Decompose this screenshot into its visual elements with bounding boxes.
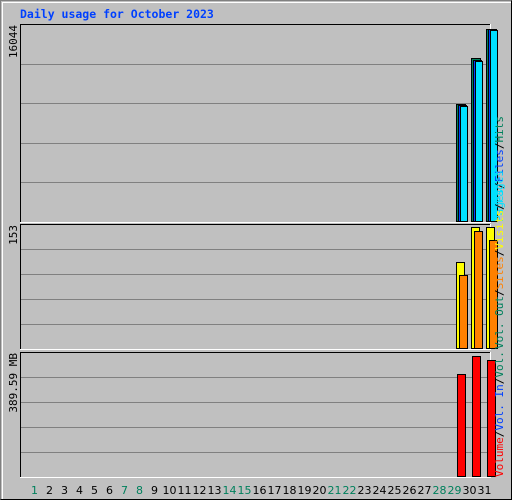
- day-label-8: 8: [136, 484, 143, 497]
- day-label-12: 12: [193, 484, 207, 497]
- day-label-9: 9: [151, 484, 158, 497]
- day-label-28: 28: [433, 484, 447, 497]
- x-axis-day-labels: 1 2 3 4 5 6 7 8 9 10 11 12 13 14 15 16 17 18 19 20 21 22 23 24 2…: [31, 484, 492, 497]
- legend-item-visits: Visits: [493, 210, 506, 250]
- legend-item-vol: Vol.: [493, 351, 506, 378]
- day-label-25: 25: [388, 484, 402, 497]
- panel-background: [20, 224, 490, 349]
- panel-hits-files-pages: 16044Pages/Files/Hits: [7, 24, 506, 223]
- day-label-24: 24: [373, 484, 387, 497]
- day-label-21: 21: [328, 484, 342, 497]
- day-label-18: 18: [283, 484, 297, 497]
- day-label-20: 20: [313, 484, 327, 497]
- day-label-27: 27: [418, 484, 432, 497]
- bar-sites-day-29: [459, 275, 468, 349]
- panel-background: [20, 24, 490, 222]
- legend-separator: /: [493, 431, 506, 438]
- usage-chart: 16044Pages/Files/Hits153Vol. Out/Sites/V…: [7, 24, 506, 497]
- legend-item-sites: Sites: [493, 256, 506, 289]
- day-label-13: 13: [208, 484, 222, 497]
- day-label-23: 23: [358, 484, 372, 497]
- legend-separator: /: [493, 203, 506, 210]
- day-label-4: 4: [76, 484, 83, 497]
- legend-separator: /: [493, 289, 506, 296]
- legend-item-volume: Volume: [493, 437, 506, 477]
- legend-item-vol-in: Vol. In: [493, 384, 506, 430]
- day-label-10: 10: [163, 484, 177, 497]
- panel-volume: 389.59 MBVolume/Vol. In/Vol.: [7, 351, 506, 478]
- day-label-5: 5: [91, 484, 98, 497]
- bar-volume-day-30: [472, 356, 481, 477]
- bar-sites-day-30: [474, 231, 483, 349]
- legend-volume: Volume/Vol. In/Vol.: [493, 351, 506, 477]
- y-max-label: 389.59 MB: [7, 353, 20, 413]
- day-label-11: 11: [178, 484, 192, 497]
- day-label-17: 17: [268, 484, 282, 497]
- legend-separator: /: [493, 143, 506, 150]
- day-label-26: 26: [403, 484, 417, 497]
- day-label-2: 2: [46, 484, 53, 497]
- legend-item-hits: Hits: [493, 116, 506, 143]
- bar-pages-day-30: [475, 61, 483, 222]
- day-label-7: 7: [121, 484, 128, 497]
- day-label-3: 3: [61, 484, 68, 497]
- legend-separator: /: [493, 378, 506, 385]
- legend-item-vol-out: Vol. Out: [493, 296, 506, 349]
- bar-pages-day-29: [460, 106, 468, 222]
- bar-volume-day-29: [457, 374, 466, 477]
- legend-separator: /: [493, 250, 506, 257]
- day-label-31: 31: [478, 484, 492, 497]
- day-label-1: 1: [31, 484, 38, 497]
- panel-background: [20, 352, 490, 477]
- day-label-6: 6: [106, 484, 113, 497]
- y-max-label: 153: [7, 225, 20, 245]
- day-label-19: 19: [298, 484, 312, 497]
- day-label-30: 30: [463, 484, 477, 497]
- legend-item-pages: Pages: [493, 170, 506, 203]
- y-max-label: 16044: [7, 25, 20, 58]
- day-label-14: 14: [223, 484, 237, 497]
- day-label-29: 29: [448, 484, 462, 497]
- day-label-22: 22: [343, 484, 357, 497]
- day-label-15: 15: [238, 484, 252, 497]
- legend-visits-sites: Vol. Out/Sites/Visits/Pages: [493, 170, 506, 349]
- day-label-16: 16: [253, 484, 267, 497]
